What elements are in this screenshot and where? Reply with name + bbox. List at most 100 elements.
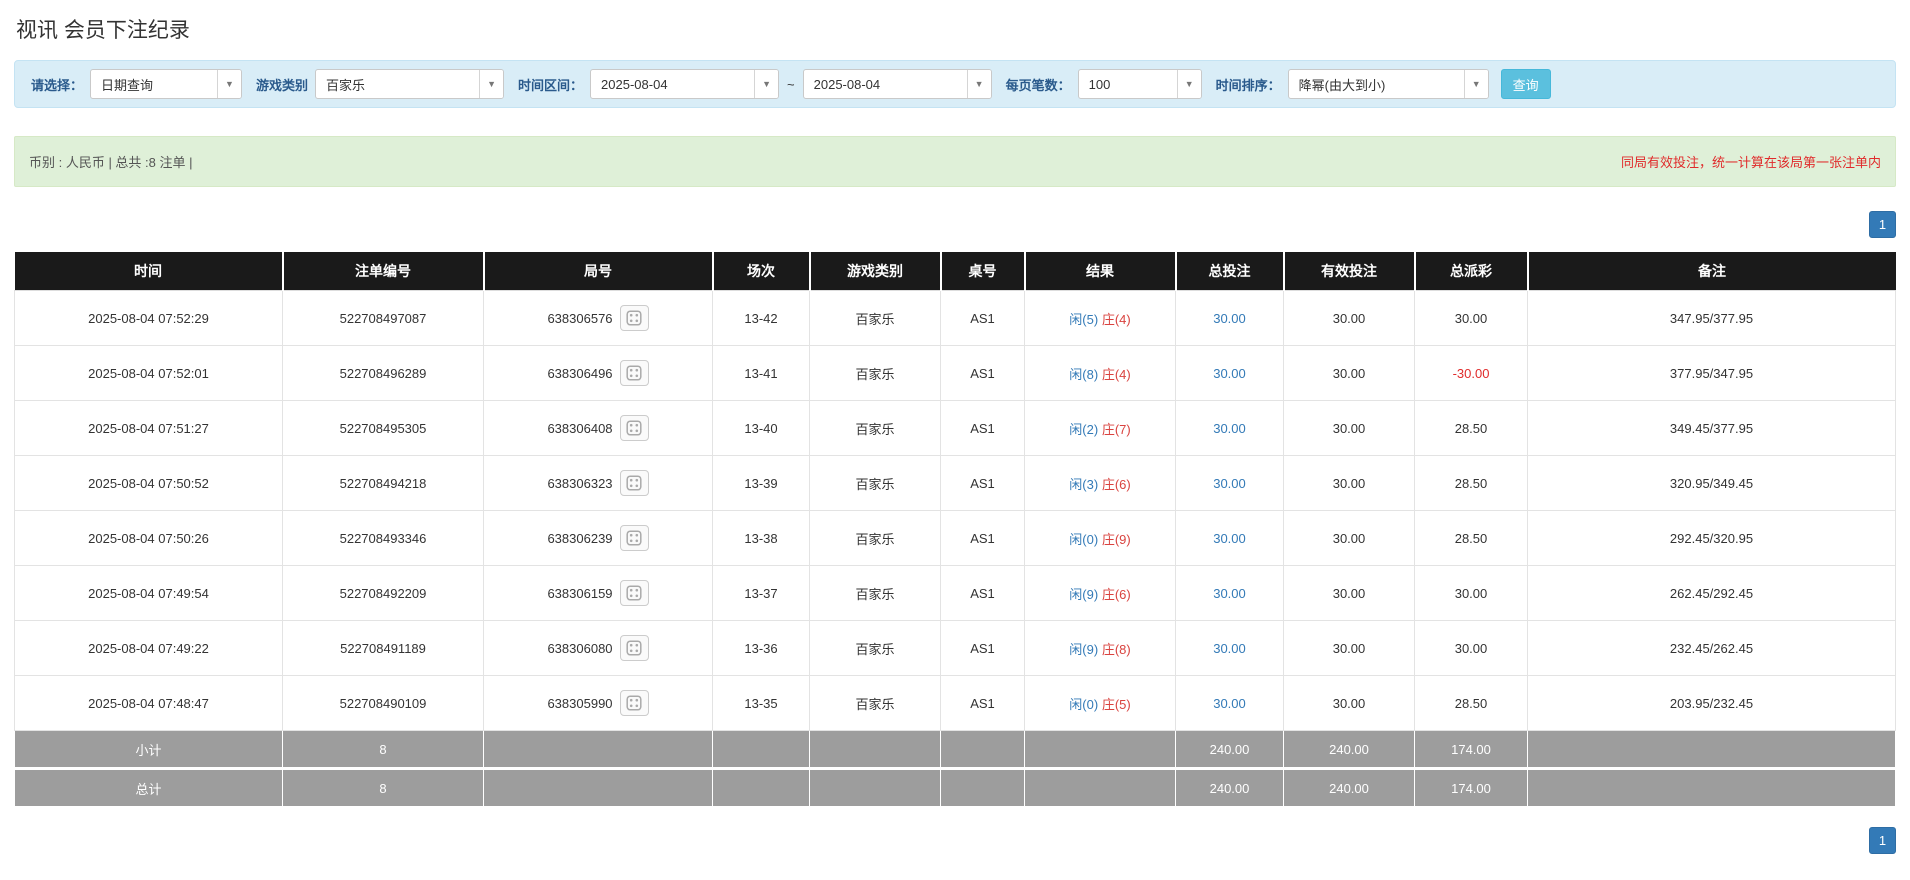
column-header-7: 结果 xyxy=(1025,252,1176,291)
result-banker: 庄(6) xyxy=(1102,587,1131,602)
chevron-down-icon[interactable]: ▼ xyxy=(754,70,778,98)
date-from-select[interactable]: 2025-08-04 ▼ xyxy=(590,69,779,99)
view-round-button[interactable] xyxy=(620,635,649,661)
search-button[interactable]: 查询 xyxy=(1501,69,1551,99)
footer-empty xyxy=(1528,769,1896,807)
column-header-11: 备注 xyxy=(1528,252,1896,291)
cell-time: 2025-08-04 07:48:47 xyxy=(15,676,283,731)
table-row: 2025-08-04 07:50:26522708493346638306239… xyxy=(15,511,1896,566)
total-bet-link[interactable]: 30.00 xyxy=(1213,641,1246,656)
cell-table-number: AS1 xyxy=(941,291,1025,346)
page-button-1[interactable]: 1 xyxy=(1869,827,1896,854)
table-header: 时间注单编号局号场次游戏类别桌号结果总投注有效投注总派彩备注 xyxy=(15,252,1896,291)
date-range-separator: ~ xyxy=(787,77,795,92)
total-bet-link[interactable]: 30.00 xyxy=(1213,476,1246,491)
result-banker: 庄(4) xyxy=(1102,312,1131,327)
chevron-down-icon[interactable]: ▼ xyxy=(1177,70,1201,98)
footer-empty xyxy=(713,769,810,807)
cell-bet-id: 522708496289 xyxy=(283,346,484,401)
date-from-value: 2025-08-04 xyxy=(591,70,754,98)
payout-value: -30.00 xyxy=(1453,366,1490,381)
cell-session: 13-38 xyxy=(713,511,810,566)
cell-time: 2025-08-04 07:49:54 xyxy=(15,566,283,621)
cell-payout: 30.00 xyxy=(1415,566,1528,621)
view-round-button[interactable] xyxy=(620,470,649,496)
cell-time: 2025-08-04 07:51:27 xyxy=(15,401,283,456)
table-row: 2025-08-04 07:49:22522708491189638306080… xyxy=(15,621,1896,676)
date-range-label: 时间区间： xyxy=(518,75,583,94)
column-header-2: 注单编号 xyxy=(283,252,484,291)
total-bet-link[interactable]: 30.00 xyxy=(1213,531,1246,546)
total-bet-link[interactable]: 30.00 xyxy=(1213,421,1246,436)
cell-game-type: 百家乐 xyxy=(810,291,941,346)
page-size-select[interactable]: 100 ▼ xyxy=(1078,69,1202,99)
total-bet-link[interactable]: 30.00 xyxy=(1213,586,1246,601)
cell-payout: 28.50 xyxy=(1415,456,1528,511)
payout-value: 28.50 xyxy=(1455,421,1488,436)
bet-records-table: 时间注单编号局号场次游戏类别桌号结果总投注有效投注总派彩备注 2025-08-0… xyxy=(14,252,1896,807)
footer-empty xyxy=(484,731,713,769)
result-banker: 庄(5) xyxy=(1102,697,1131,712)
total-bet-link[interactable]: 30.00 xyxy=(1213,366,1246,381)
cell-game-type: 百家乐 xyxy=(810,566,941,621)
view-round-button[interactable] xyxy=(620,580,649,606)
cell-round: 638306496 xyxy=(484,346,713,401)
dice-icon xyxy=(626,310,642,326)
view-round-button[interactable] xyxy=(620,690,649,716)
cell-round: 638306239 xyxy=(484,511,713,566)
page-button-1[interactable]: 1 xyxy=(1869,211,1896,238)
cell-session: 13-36 xyxy=(713,621,810,676)
cell-remark: 203.95/232.45 xyxy=(1528,676,1896,731)
table-body: 2025-08-04 07:52:29522708497087638306576… xyxy=(15,291,1896,731)
cell-session: 13-40 xyxy=(713,401,810,456)
cell-remark: 232.45/262.45 xyxy=(1528,621,1896,676)
chevron-down-icon[interactable]: ▼ xyxy=(217,70,241,98)
payout-value: 30.00 xyxy=(1455,311,1488,326)
cell-time: 2025-08-04 07:50:52 xyxy=(15,456,283,511)
cell-round: 638306080 xyxy=(484,621,713,676)
total-bet-link[interactable]: 30.00 xyxy=(1213,696,1246,711)
footer-valid-bet: 240.00 xyxy=(1284,731,1415,769)
cell-round: 638305990 xyxy=(484,676,713,731)
cell-bet-id: 522708497087 xyxy=(283,291,484,346)
column-header-4: 场次 xyxy=(713,252,810,291)
page-size-label: 每页笔数： xyxy=(1006,75,1071,94)
cell-payout: 28.50 xyxy=(1415,511,1528,566)
view-round-button[interactable] xyxy=(620,525,649,551)
cell-valid-bet: 30.00 xyxy=(1284,676,1415,731)
footer-total-bet: 240.00 xyxy=(1176,769,1284,807)
payout-value: 28.50 xyxy=(1455,476,1488,491)
footer-payout: 174.00 xyxy=(1415,731,1528,769)
chevron-down-icon[interactable]: ▼ xyxy=(967,70,991,98)
query-type-select[interactable]: 日期查询 ▼ xyxy=(90,69,242,99)
result-banker: 庄(7) xyxy=(1102,422,1131,437)
cell-round: 638306576 xyxy=(484,291,713,346)
cell-result: 闲(8) 庄(4) xyxy=(1025,346,1176,401)
cell-game-type: 百家乐 xyxy=(810,676,941,731)
sort-order-select[interactable]: 降幂(由大到小) ▼ xyxy=(1288,69,1489,99)
footer-valid-bet: 240.00 xyxy=(1284,769,1415,807)
dice-icon xyxy=(626,365,642,381)
footer-empty xyxy=(1025,769,1176,807)
summary-bar: 币别 : 人民币 | 总共 :8 注单 | 同局有效投注，统一计算在该局第一张注… xyxy=(14,136,1896,187)
cell-valid-bet: 30.00 xyxy=(1284,566,1415,621)
chevron-down-icon[interactable]: ▼ xyxy=(479,70,503,98)
cell-valid-bet: 30.00 xyxy=(1284,511,1415,566)
cell-table-number: AS1 xyxy=(941,456,1025,511)
chevron-down-icon[interactable]: ▼ xyxy=(1464,70,1488,98)
view-round-button[interactable] xyxy=(620,360,649,386)
cell-table-number: AS1 xyxy=(941,676,1025,731)
total-row: 总计8240.00240.00174.00 xyxy=(15,769,1896,807)
page-root: 视讯 会员下注纪录 请选择： 日期查询 ▼ 游戏类别 百家乐 ▼ 时间区间： 2… xyxy=(0,0,1910,880)
round-number: 638306408 xyxy=(547,421,612,436)
date-to-select[interactable]: 2025-08-04 ▼ xyxy=(803,69,992,99)
footer-empty xyxy=(941,769,1025,807)
cell-bet-id: 522708491189 xyxy=(283,621,484,676)
result-player: 闲(5) xyxy=(1069,312,1098,327)
game-type-select[interactable]: 百家乐 ▼ xyxy=(315,69,504,99)
view-round-button[interactable] xyxy=(620,305,649,331)
total-bet-link[interactable]: 30.00 xyxy=(1213,311,1246,326)
cell-total-bet: 30.00 xyxy=(1176,566,1284,621)
cell-time: 2025-08-04 07:50:26 xyxy=(15,511,283,566)
view-round-button[interactable] xyxy=(620,415,649,441)
